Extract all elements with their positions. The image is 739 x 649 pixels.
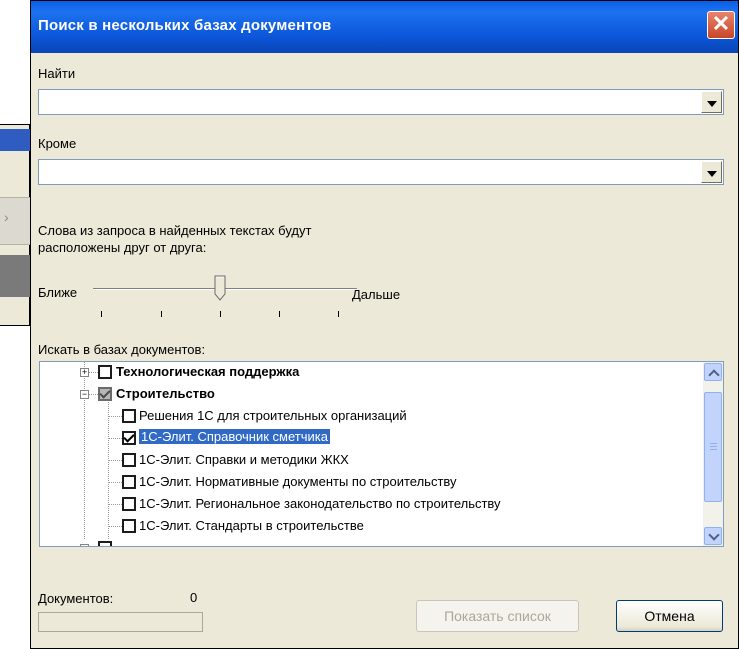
tree-item[interactable]: 1С-Элит. Справочник сметчика [40,428,703,450]
grip-icon [710,449,717,450]
tree-scrollbar[interactable] [703,362,723,546]
scroll-thumb[interactable] [704,392,722,502]
close-button[interactable]: ✕ [707,11,735,39]
chevron-down-icon [708,529,720,541]
tree-item-label: Строительство [116,386,215,401]
tree-item-checkbox[interactable] [122,431,136,445]
except-combobox[interactable] [38,159,724,185]
tree-item[interactable]: − Строительство [40,384,703,406]
slider-right-label: Дальше [352,287,401,302]
except-label: Кроме [38,136,77,151]
slider-tick [161,311,162,317]
find-combobox[interactable] [38,89,724,115]
tree-item-checkbox[interactable] [122,497,136,511]
expand-icon[interactable] [80,544,89,546]
tree-item[interactable]: + Технологическая поддержка [40,362,703,384]
documents-label: Документов: [38,591,114,606]
tree-item-checkbox[interactable] [122,453,136,467]
title-bar[interactable]: Поиск в нескольких базах документов ✕ [31,1,738,53]
tree-item-label: 1С-Элит. Региональное законодательство п… [139,496,501,511]
background-window-fragment: › [0,124,30,326]
close-icon: ✕ [711,11,731,36]
tree-item-label: 1С-Элит. Справки и методики ЖКХ [139,452,349,467]
tree-item[interactable]: 1С-Элит. Справки и методики ЖКХ [40,450,703,472]
progress-bar [38,612,203,632]
tree-item-label: Технологическая поддержка [116,364,300,379]
tree-item[interactable]: 1С-Элит. Региональное законодательство п… [40,494,703,516]
tree-item-label: 1С-Элит. Нормативные документы по строит… [139,474,457,489]
except-dropdown-button[interactable] [701,161,722,183]
tree-item[interactable]: Решения 1С для строительных организаций [40,406,703,428]
arrow-icon: › [4,209,9,225]
slider-tick [338,311,339,317]
slider-tick [220,311,221,317]
tree-item-checkbox[interactable] [122,519,136,533]
cancel-button[interactable]: Отмена [616,600,723,632]
tree-item-checkbox[interactable] [122,409,136,423]
background-window-selection [0,255,30,297]
grip-icon [710,446,717,447]
tree-item-partial[interactable] [40,538,703,546]
slider-left-label: Ближе [38,285,78,300]
background-window-title [0,129,30,151]
proximity-description-line2: расположены друг от друга: [38,240,207,255]
dialog-title: Поиск в нескольких базах документов [38,17,332,34]
collapse-icon[interactable]: − [80,390,89,399]
tree-item-label: 1С-Элит. Стандарты в строительстве [139,518,364,533]
chevron-up-icon [708,369,720,381]
tree-item-checkbox[interactable] [98,387,112,401]
tree-item-label: 1С-Элит. Справочник сметчика [139,429,330,444]
tree-item-checkbox[interactable] [98,541,112,546]
show-list-button[interactable]: Показать список [416,600,579,632]
documents-count: 0 [190,590,198,605]
expand-icon[interactable]: + [80,368,89,377]
chevron-down-icon [707,101,717,107]
tree-item-checkbox[interactable] [98,365,112,379]
grip-icon [710,443,717,444]
scroll-up-button[interactable] [704,363,722,381]
find-dropdown-button[interactable] [701,91,722,113]
find-label: Найти [38,66,76,81]
chevron-down-icon [707,171,717,177]
proximity-slider-thumb[interactable] [214,275,226,301]
search-dialog: Поиск в нескольких базах документов ✕ На… [30,0,739,649]
tree-label: Искать в базах документов: [38,342,206,357]
tree-item[interactable]: 1С-Элит. Нормативные документы по строит… [40,472,703,494]
databases-tree[interactable]: + Технологическая поддержка − Строительс… [39,361,724,547]
proximity-description-line1: Слова из запроса в найденных текстах буд… [38,223,312,238]
tree-item-label: Решения 1С для строительных организаций [139,408,407,423]
scroll-down-button[interactable] [704,527,722,545]
slider-tick [101,311,102,317]
tree-item-checkbox[interactable] [122,475,136,489]
tree-item[interactable]: 1С-Элит. Стандарты в строительстве [40,516,703,538]
slider-tick [279,311,280,317]
